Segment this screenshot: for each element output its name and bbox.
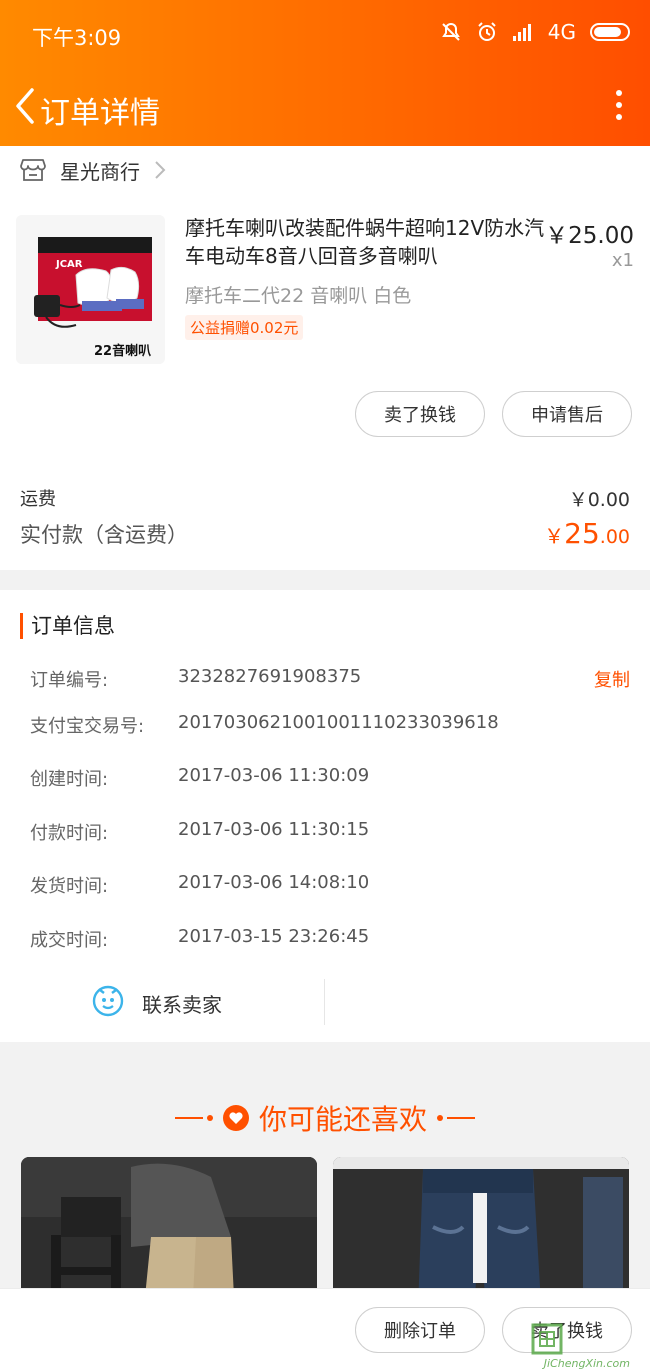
info-row-created-time: 创建时间: 2017-03-06 11:30:09: [30, 765, 630, 795]
watermark-logo: JiChengXin.com: [524, 1322, 644, 1370]
status-bar: 下午3:09 4G: [0, 0, 650, 70]
apply-after-sale-button[interactable]: 申请售后: [502, 391, 632, 437]
product-title[interactable]: 摩托车喇叭改装配件蜗牛超响12V防水汽车电动车8音八回音多音喇叭: [185, 214, 545, 270]
divider: [324, 979, 325, 1025]
back-arrow-icon[interactable]: [10, 86, 40, 126]
svg-text:22音喇叭: 22音喇叭: [94, 343, 151, 359]
product-price: ￥25.00: [545, 223, 634, 249]
paid-total: ￥25.00: [544, 517, 630, 550]
info-row-order-number: 订单编号: 3232827691908375 复制: [30, 666, 630, 696]
watermark-text: JiChengXin.com: [543, 1357, 630, 1370]
info-label: 成交时间:: [30, 930, 109, 951]
network-type: 4G: [547, 20, 576, 44]
product-sku: 摩托车二代22 音喇叭 白色: [185, 285, 412, 307]
info-value: 2017-03-06 11:30:15: [178, 819, 370, 840]
shipping-label: 运费: [20, 489, 56, 510]
battery-icon: [590, 23, 630, 41]
heart-icon: [222, 1105, 249, 1131]
paid-decimal: .00: [599, 526, 630, 548]
info-label: 订单编号:: [30, 670, 109, 691]
chat-face-icon[interactable]: [92, 985, 124, 1017]
decor-dot: [437, 1115, 443, 1121]
status-icons: 4G: [440, 20, 630, 44]
contact-seller-row: 联系卖家: [0, 975, 650, 1031]
delete-order-button[interactable]: 删除订单: [355, 1307, 485, 1353]
order-info-title: 订单信息: [20, 613, 115, 639]
header: 下午3:09 4G 订单详情: [0, 0, 650, 146]
decor-line-left: [174, 1117, 203, 1119]
decor-dot: [206, 1115, 213, 1121]
svg-text:JCAR: JCAR: [55, 259, 83, 270]
more-options-icon[interactable]: [616, 90, 624, 126]
info-label: 创建时间:: [30, 769, 109, 790]
info-label: 付款时间:: [30, 823, 109, 844]
sell-for-cash-button[interactable]: 卖了换钱: [355, 391, 485, 437]
signal-icon: [512, 24, 531, 41]
status-time: 下午3:09: [32, 26, 122, 50]
alarm-icon: [478, 22, 496, 41]
horn-product-picture: JCAR 22音喇叭: [16, 215, 165, 364]
navbar: 订单详情: [0, 70, 650, 146]
info-value: 3232827691908375: [178, 666, 362, 687]
info-value: 2017-03-06 14:08:10: [178, 872, 370, 893]
page-title: 订单详情: [40, 96, 160, 131]
contact-seller-button[interactable]: 联系卖家: [142, 989, 222, 1018]
info-value: 2017-03-15 23:26:45: [178, 926, 370, 947]
info-row-alipay-number: 支付宝交易号: 2017030621001001110233039618: [30, 712, 630, 742]
mute-bell-icon: [441, 22, 460, 41]
donation-badge: 公益捐赠0.02元: [185, 315, 304, 340]
recommend-title: 你可能还喜欢: [258, 1103, 427, 1136]
recommend-header: 你可能还喜欢: [0, 1096, 650, 1140]
copy-button[interactable]: 复制: [594, 666, 630, 692]
info-label: 发货时间:: [30, 876, 109, 897]
store-icon: [20, 159, 46, 181]
product-image[interactable]: JCAR 22音喇叭: [16, 215, 165, 364]
shop-name: 星光商行: [60, 159, 140, 184]
chevron-right-icon: [155, 161, 166, 179]
info-value: 2017030621001001110233039618: [178, 712, 499, 733]
info-row-shipped-time: 发货时间: 2017-03-06 14:08:10: [30, 872, 630, 902]
shop-row[interactable]: 星光商行: [20, 155, 166, 185]
paid-currency: ￥: [544, 524, 565, 548]
info-row-paid-time: 付款时间: 2017-03-06 11:30:15: [30, 819, 630, 849]
info-value: 2017-03-06 11:30:09: [178, 765, 370, 786]
decor-line-right: [447, 1117, 475, 1119]
paid-label: 实付款（含运费）: [20, 523, 188, 547]
info-label: 支付宝交易号:: [30, 716, 145, 737]
paid-integer: 25: [564, 517, 600, 550]
product-quantity: x1: [611, 250, 634, 271]
shipping-value: ￥0.00: [568, 489, 630, 511]
info-row-completed-time: 成交时间: 2017-03-15 23:26:45: [30, 926, 630, 956]
